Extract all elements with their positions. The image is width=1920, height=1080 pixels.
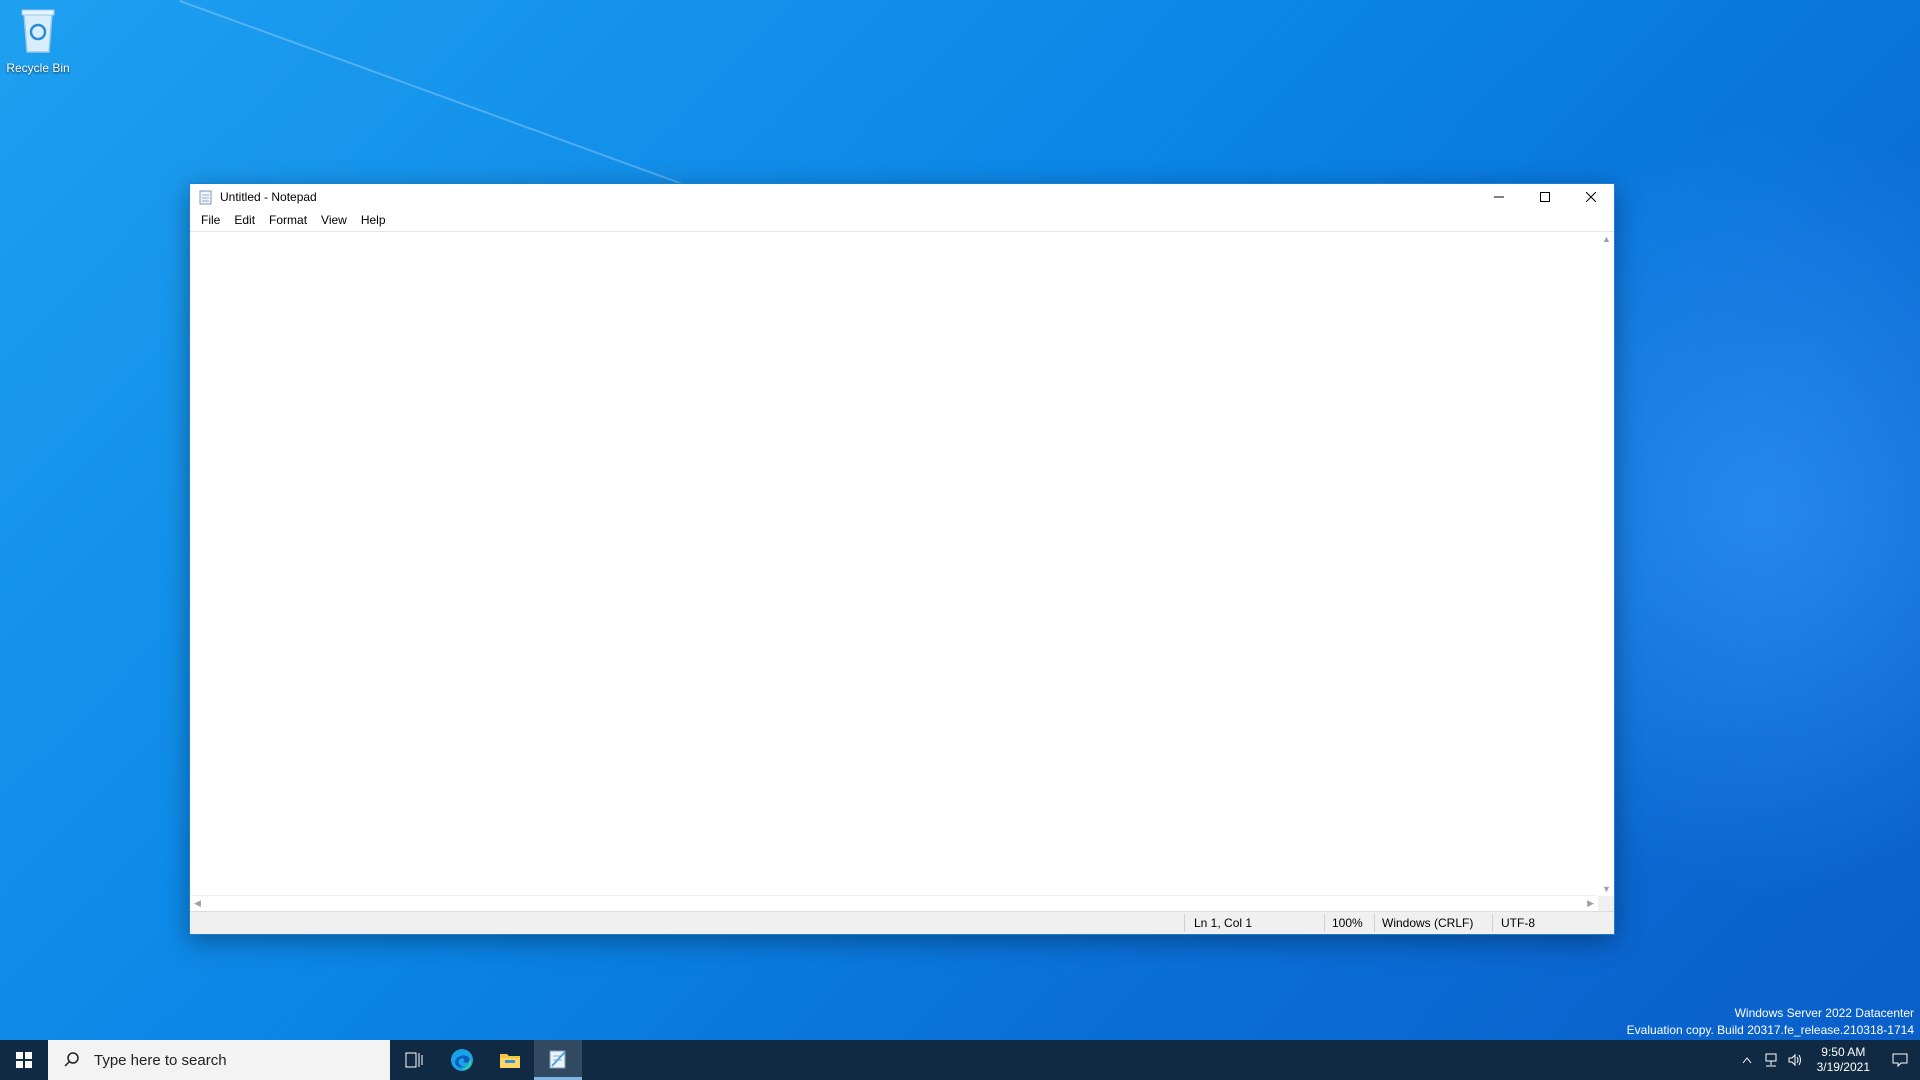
recycle-bin-icon <box>21 9 55 53</box>
minimize-button[interactable] <box>1476 184 1522 210</box>
notification-icon <box>1892 1053 1908 1068</box>
menu-bar: File Edit Format View Help <box>190 210 1614 230</box>
chevron-up-icon <box>1742 1057 1751 1064</box>
status-separator <box>1374 914 1375 932</box>
file-explorer-taskbar-button[interactable] <box>486 1040 534 1080</box>
network-button[interactable] <box>1759 1052 1783 1068</box>
status-position: Ln 1, Col 1 <box>1194 916 1253 930</box>
action-center-button[interactable] <box>1880 1052 1920 1068</box>
menu-format[interactable]: Format <box>262 213 314 227</box>
status-line-ending: Windows (CRLF) <box>1382 916 1474 930</box>
close-button[interactable] <box>1568 184 1614 210</box>
volume-icon <box>1788 1053 1801 1067</box>
minimize-icon <box>1494 196 1504 198</box>
maximize-button[interactable] <box>1522 184 1568 210</box>
window-title: Untitled - Notepad <box>220 190 317 204</box>
show-hidden-icons-button[interactable] <box>1735 1056 1759 1064</box>
taskbar-search-box[interactable]: Type here to search <box>48 1040 390 1080</box>
menu-edit[interactable]: Edit <box>227 213 262 227</box>
maximize-icon <box>1540 192 1550 202</box>
menu-file[interactable]: File <box>194 213 227 227</box>
taskbar-clock[interactable]: 9:50 AM 3/19/2021 <box>1817 1045 1870 1075</box>
scrollbar-corner <box>1598 896 1614 912</box>
text-editor[interactable]: ▲ ▼ ◀ ▶ <box>190 231 1614 912</box>
watermark-build: Evaluation copy. Build 20317.fe_release.… <box>1626 1023 1914 1037</box>
volume-button[interactable] <box>1783 1052 1807 1068</box>
title-bar[interactable]: Untitled - Notepad <box>190 184 1614 210</box>
task-view-button[interactable] <box>390 1040 438 1080</box>
task-view-icon <box>405 1052 423 1068</box>
edge-taskbar-button[interactable] <box>438 1040 486 1080</box>
scroll-down-icon[interactable]: ▼ <box>1602 884 1611 894</box>
system-tray: 9:50 AM 3/19/2021 <box>1735 1040 1920 1080</box>
menu-help[interactable]: Help <box>354 213 393 227</box>
clock-time: 9:50 AM <box>1821 1045 1866 1059</box>
os-watermark: Windows Server 2022 Datacenter Evaluatio… <box>1627 1005 1914 1039</box>
scroll-right-icon[interactable]: ▶ <box>1587 898 1594 909</box>
folder-icon <box>500 1054 520 1068</box>
clock-date: 3/19/2021 <box>1816 1060 1870 1074</box>
search-placeholder: Type here to search <box>94 1051 227 1069</box>
close-icon <box>1586 192 1596 202</box>
status-zoom: 100% <box>1332 916 1363 930</box>
recycle-bin-shortcut[interactable]: Recycle Bin <box>2 6 74 75</box>
start-button[interactable] <box>0 1040 48 1080</box>
taskbar: Type here to search 9:50 AM 3/19/2021 <box>0 1040 1920 1080</box>
scroll-left-icon[interactable]: ◀ <box>194 898 201 909</box>
search-icon <box>64 1052 79 1067</box>
notepad-taskbar-button[interactable] <box>534 1040 582 1080</box>
menu-view[interactable]: View <box>314 213 354 227</box>
recycle-bin-label: Recycle Bin <box>6 61 70 75</box>
edge-icon <box>451 1049 473 1071</box>
vertical-scrollbar[interactable]: ▲ ▼ <box>1598 232 1614 896</box>
network-icon <box>1765 1053 1777 1067</box>
status-encoding: UTF-8 <box>1501 916 1535 930</box>
scroll-up-icon[interactable]: ▲ <box>1602 234 1611 244</box>
horizontal-scrollbar[interactable]: ◀ ▶ <box>190 895 1598 912</box>
status-separator <box>1184 914 1185 932</box>
notepad-icon <box>199 190 212 205</box>
notepad-icon <box>549 1050 566 1068</box>
status-bar: Ln 1, Col 1 100% Windows (CRLF) UTF-8 <box>190 911 1614 934</box>
status-separator <box>1324 914 1325 932</box>
status-separator <box>1492 914 1493 932</box>
notepad-window: Untitled - Notepad File Edit Format View… <box>189 183 1615 935</box>
watermark-edition: Windows Server 2022 Datacenter <box>1734 1006 1914 1020</box>
windows-logo-icon <box>16 1052 32 1068</box>
